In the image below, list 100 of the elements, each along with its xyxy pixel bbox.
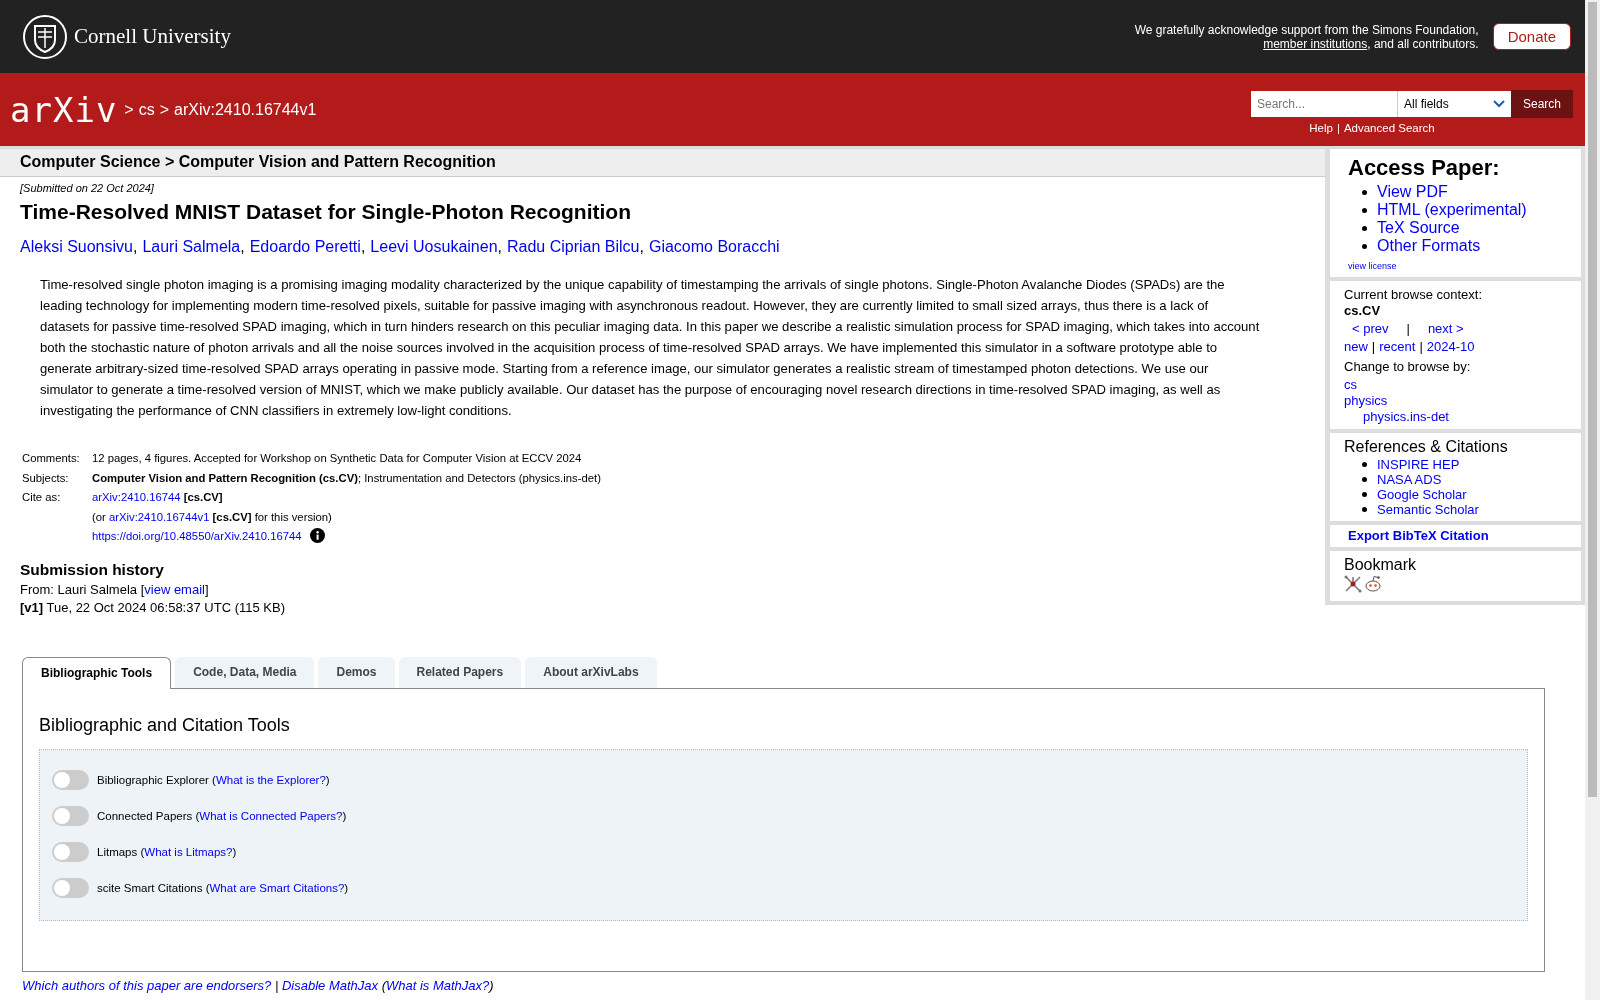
tab[interactable]: Demos: [318, 656, 395, 688]
toggle-switch[interactable]: [52, 769, 89, 790]
citation-link[interactable]: arXiv:2410.16744v1: [108, 510, 210, 523]
comma: ,: [240, 238, 245, 255]
citation-link[interactable]: arXiv:2410.16744: [92, 491, 181, 504]
metadata-text: [cs.CV] for this version): [211, 510, 332, 523]
bookmark-heading: Bookmark: [1344, 557, 1418, 573]
format-link[interactable]: TeX Source: [1377, 219, 1460, 237]
breadcrumb-link[interactable]: cs: [138, 100, 155, 119]
browse-label: Current browse context:: [1344, 287, 1483, 303]
reference-link[interactable]: INSPIRE HEP: [1377, 457, 1460, 472]
info-icon[interactable]: [309, 528, 325, 544]
version-entry: [v1] Tue, 22 Oct 2024 06:58:37 UTC (115 KB): [20, 599, 286, 615]
metadata-text: (or: [92, 510, 107, 523]
tool-label: scite Smart Citations (What are Smart Citations?): [97, 881, 349, 894]
citation-link[interactable]: https://doi.org/10.48550/arXiv.2410.16744: [92, 530, 302, 543]
author-link[interactable]: Radu Ciprian Bilcu: [507, 238, 640, 255]
separator: |: [1419, 339, 1423, 355]
license-link[interactable]: view license: [1344, 261, 1397, 271]
footer-link[interactable]: Disable MathJax: [281, 977, 379, 993]
donate-button[interactable]: Donate: [1492, 23, 1571, 50]
comma: ,: [639, 238, 644, 255]
toggle-switch[interactable]: [52, 877, 89, 898]
view-email-link[interactable]: view email: [144, 581, 205, 597]
network-icon[interactable]: [1344, 575, 1362, 593]
section-heading: Submission history: [20, 560, 165, 579]
help-link[interactable]: Help: [1309, 122, 1333, 134]
abstract-text: Time-resolved single photon imaging is a promising imaging modality characterized by the unique capability of timestamping the arrivals of single photons. Single-Photon Avalanche Diodes (SPADs) are the leading technology for implementing modern time-resolved pixels, suitable for passive imaging with asynchronous readout. However, they are currently limited to small sized arrays, thus there is a lack of datasets for passive time-resolved SPAD imaging, which in turn hinders research on this peculiar imaging data. In this paper we describe a realistic simulation process for SPAD imaging, which takes into account both the stochastic nature of photon arrivals and all the noise sources involved in the acquisition process of time-resolved SPAD arrays. We have implemented this simulator in a software prototype able to generate arbitrary-sized time-resolved SPAD arrays operating in passive mode. Starting from a reference image, our simulator generates a realistic stream of timestamped photon detections. We use our simulator to generate a time-resolved version of MNIST, which we make publicly available. Our dataset has the purpose of encouraging novel research directions in time-resolved SPAD imaging, as well as investigating the performance of CNN classifiers in extremely low-light conditions.: [40, 276, 1260, 420]
browse-link[interactable]: recent: [1379, 339, 1416, 355]
support-text: We gratefully acknowledge support from the Simons Foundation, member institutions, and all contributors.: [1133, 22, 1479, 51]
category-link[interactable]: physics.ins-det: [1344, 409, 1567, 425]
submitter-text: From: Lauri Salmela [view email]: [20, 581, 210, 597]
scrollbar[interactable]: [1585, 0, 1600, 1000]
breadcrumb-link[interactable]: arXiv:2410.16744v1: [174, 100, 317, 119]
category-header: Computer Science > Computer Vision and Pattern Recognition: [0, 146, 1325, 177]
help-link[interactable]: Advanced Search: [1343, 122, 1435, 134]
tab[interactable]: About arXivLabs: [525, 656, 657, 688]
search-field[interactable]: Search...: [1250, 91, 1397, 117]
breadcrumb-separator: >: [124, 100, 134, 119]
bullet-icon: [1362, 189, 1367, 195]
comma: ,: [360, 238, 366, 255]
bullet-icon: [1362, 507, 1367, 512]
chevron-down-icon: [1492, 100, 1505, 108]
author-link[interactable]: Giacomo Boracchi: [648, 238, 780, 255]
help-link[interactable]: What is the Explorer?: [215, 773, 326, 786]
next-link[interactable]: next >: [1427, 321, 1464, 337]
format-link[interactable]: HTML (experimental): [1377, 201, 1527, 219]
separator: |: [1371, 339, 1376, 355]
browse-link[interactable]: new: [1344, 339, 1368, 355]
tab[interactable]: Bibliographic Tools: [22, 656, 172, 689]
references-heading: References & Citations: [1344, 439, 1509, 455]
browse-by-label: Change to browse by:: [1344, 359, 1472, 375]
tab[interactable]: Code, Data, Media: [175, 656, 315, 688]
submitted-date: [Submitted on 22 Oct 2024]: [20, 182, 155, 194]
separator: |: [1406, 321, 1410, 337]
comma: ,: [497, 238, 502, 255]
tool-label: Connected Papers (What is Connected Papers?): [97, 809, 347, 822]
author-link[interactable]: Aleksi Suonsivu: [20, 238, 133, 255]
format-link[interactable]: View PDF: [1377, 183, 1448, 201]
access-heading: Access Paper:: [1347, 155, 1501, 181]
bullet-icon: [1362, 225, 1367, 231]
browse-context: cs.CV: [1344, 303, 1382, 319]
panel-heading: Bibliographic and Citation Tools: [39, 714, 291, 736]
help-link[interactable]: What are Smart Citations?: [209, 881, 345, 894]
tab[interactable]: Related Papers: [398, 656, 522, 688]
author-link[interactable]: Edoardo Peretti: [249, 238, 361, 255]
category-link[interactable]: cs: [1344, 377, 1567, 393]
metadata-text: Computer Vision and Pattern Recognition (cs.CV); Instrumentation and Detectors (physics.ins-det): [92, 471, 601, 484]
bullet-icon: [1362, 477, 1367, 482]
search-button[interactable]: Search: [1510, 90, 1573, 118]
reference-link[interactable]: Semantic Scholar: [1377, 502, 1479, 517]
reference-link[interactable]: Google Scholar: [1377, 487, 1467, 502]
institution-name[interactable]: Cornell University: [74, 24, 231, 49]
seal-icon: [22, 13, 68, 60]
category-link[interactable]: physics: [1344, 393, 1567, 409]
tool-label: Litmaps (What is Litmaps?): [97, 845, 237, 858]
field-select[interactable]: All fields: [1396, 91, 1511, 117]
metadata-text: 12 pages, 4 figures. Accepted for Workshop on Synthetic Data for Computer Vision at ECCV 2024: [92, 452, 582, 464]
footer-link[interactable]: Which authors of this paper are endorsers?: [22, 977, 272, 993]
tool-label: Bibliographic Explorer (What is the Explorer?): [97, 773, 330, 786]
separator: ): [489, 977, 494, 993]
prev-link[interactable]: < prev: [1352, 321, 1389, 337]
browse-link[interactable]: 2024-10: [1426, 339, 1475, 355]
bullet-icon: [1362, 492, 1367, 497]
author-link[interactable]: Lauri Salmela: [142, 238, 241, 255]
robot-icon[interactable]: [1364, 575, 1382, 593]
toggle-switch[interactable]: [52, 841, 89, 862]
metadata-label: Cite as:: [21, 490, 62, 506]
metadata-label: Subjects:: [21, 470, 70, 486]
author-link[interactable]: Leevi Uosukainen: [370, 238, 498, 255]
arxiv-logo[interactable]: arXiv: [10, 89, 118, 130]
bullet-icon: [1362, 243, 1367, 249]
breadcrumb-separator: >: [159, 100, 170, 119]
separator: |: [1336, 122, 1340, 134]
help-link[interactable]: What is Connected Papers?: [199, 809, 343, 822]
separator: |: [273, 977, 280, 993]
reference-link[interactable]: NASA ADS: [1377, 472, 1442, 487]
toggle-switch[interactable]: [52, 805, 89, 826]
format-link[interactable]: Other Formats: [1377, 237, 1481, 255]
help-link[interactable]: What is Litmaps?: [144, 845, 233, 858]
